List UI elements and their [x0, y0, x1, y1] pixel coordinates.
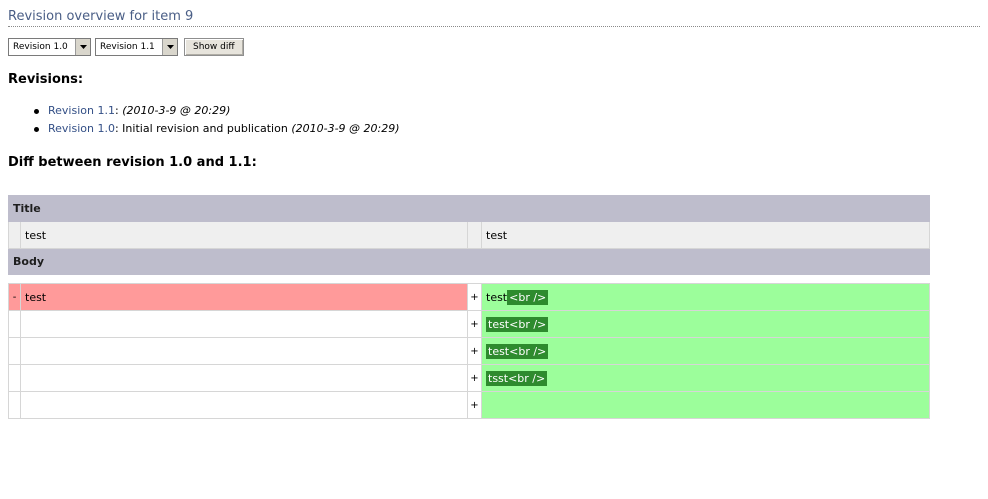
chevron-down-icon[interactable] [162, 39, 177, 55]
table-row: + test<br /> [8, 310, 930, 338]
diff-added-text: test<br /> [486, 343, 549, 359]
diff-left-cell [20, 364, 468, 392]
diff-marker [467, 221, 482, 249]
diff-marker [8, 391, 21, 419]
diff-marker: + [467, 310, 482, 338]
revision-link-1-0[interactable]: Revision 1.0 [48, 122, 115, 135]
table-row: + test<br /> [8, 337, 930, 365]
diff-marker: + [467, 364, 482, 392]
list-item: Revision 1.0: Initial revision and publi… [32, 120, 400, 138]
table-row: test test [8, 221, 930, 249]
diff-marker: + [467, 391, 482, 419]
table-row: + tsst<br /> [8, 364, 930, 392]
table-row: - test + test <br /> [8, 283, 930, 311]
diff-marker: + [467, 337, 482, 365]
diff-right-cell: test<br /> [481, 283, 930, 311]
revision-to-value: Revision 1.1 [100, 42, 155, 52]
revisions-list: Revision 1.1: (2010-3-9 @ 20:29) Revisio… [32, 102, 400, 138]
show-diff-button[interactable]: Show diff [184, 38, 244, 56]
diff-right-cell: test<br /> [481, 337, 930, 365]
revision-date: (2010-3-9 @ 20:29) [291, 122, 400, 135]
diff-added-text: tsst<br /> [486, 370, 548, 386]
diff-section-title: Title [8, 195, 930, 222]
diff-right-cell [481, 391, 930, 419]
diff-marker: + [467, 283, 482, 311]
diff-marker: - [8, 283, 21, 311]
revision-link-1-1[interactable]: Revision 1.1 [48, 104, 115, 117]
revision-controls: Revision 1.0 Revision 1.1 Show diff [8, 38, 244, 56]
revision-from-select[interactable]: Revision 1.0 [8, 38, 91, 56]
revisions-heading: Revisions: [8, 72, 84, 87]
list-item: Revision 1.1: (2010-3-9 @ 20:29) [32, 102, 400, 120]
revision-to-select[interactable]: Revision 1.1 [95, 38, 178, 56]
diff-left-cell: test [20, 283, 468, 311]
diff-spacer-row [8, 274, 930, 284]
bullet-icon [34, 127, 39, 132]
diff-right-cell: test [481, 221, 930, 249]
section-label-body: Body [8, 248, 930, 275]
page: Revision overview for item 9 Revision 1.… [0, 0, 988, 499]
diff-marker [8, 310, 21, 338]
revision-date: (2010-3-9 @ 20:29) [122, 104, 231, 117]
diff-left-cell [20, 337, 468, 365]
chevron-down-icon[interactable] [75, 39, 90, 55]
diff-right-cell: test<br /> [481, 310, 930, 338]
diff-right-text: test [486, 290, 508, 304]
bullet-icon [34, 109, 39, 114]
diff-added-text: test<br /> [486, 316, 549, 332]
diff-marker [8, 337, 21, 365]
revision-note: Initial revision and publication [118, 122, 292, 135]
diff-heading: Diff between revision 1.0 and 1.1: [8, 155, 257, 170]
diff-marker [8, 221, 21, 249]
diff-added-text: <br /> [507, 289, 549, 305]
diff-right-cell: tsst<br /> [481, 364, 930, 392]
diff-left-cell [20, 310, 468, 338]
diff-left-cell [20, 391, 468, 419]
revision-from-value: Revision 1.0 [13, 42, 68, 52]
diff-section-body: Body [8, 248, 930, 275]
page-title: Revision overview for item 9 [8, 9, 194, 24]
section-label-title: Title [8, 195, 930, 222]
table-row: + [8, 391, 930, 419]
title-divider [8, 26, 980, 27]
revision-separator: : [114, 104, 119, 117]
diff-left-cell: test [20, 221, 468, 249]
diff-table: Title test test Body - test + test <br />… [8, 195, 930, 419]
diff-marker [8, 364, 21, 392]
